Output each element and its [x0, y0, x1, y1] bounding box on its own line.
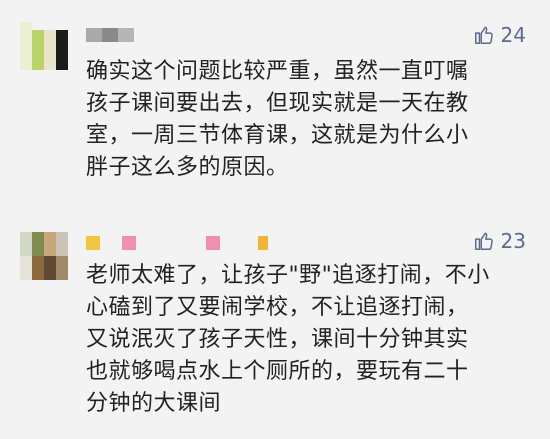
avatar[interactable]: [20, 232, 68, 280]
username[interactable]: [86, 28, 134, 42]
thumbs-up-icon: [474, 232, 493, 250]
comment-text: 确实这个问题比较严重，虽然一直叮嘱 孩子课间要出去，但现实就是一天在教 室，一周…: [86, 59, 469, 180]
comment-item: 24 确实这个问题比较严重，虽然一直叮嘱 孩子课间要出去，但现实就是一天在教 室…: [0, 0, 550, 210]
comment-text: 老师太难了，让孩子"野"追逐打闹，不小 心磕到了又要闹学校，不让追逐打闹， 又说…: [86, 263, 490, 416]
like-count: 24: [500, 23, 526, 47]
thumbs-up-icon: [474, 26, 493, 44]
username[interactable]: [86, 236, 276, 250]
like-button[interactable]: 23: [473, 230, 526, 252]
avatar[interactable]: [20, 22, 68, 70]
like-count: 23: [500, 229, 526, 253]
comment-item: 23 老师太难了，让孩子"野"追逐打闹，不小 心磕到了又要闹学校，不让追逐打闹，…: [0, 210, 550, 439]
like-button[interactable]: 24: [473, 24, 526, 46]
